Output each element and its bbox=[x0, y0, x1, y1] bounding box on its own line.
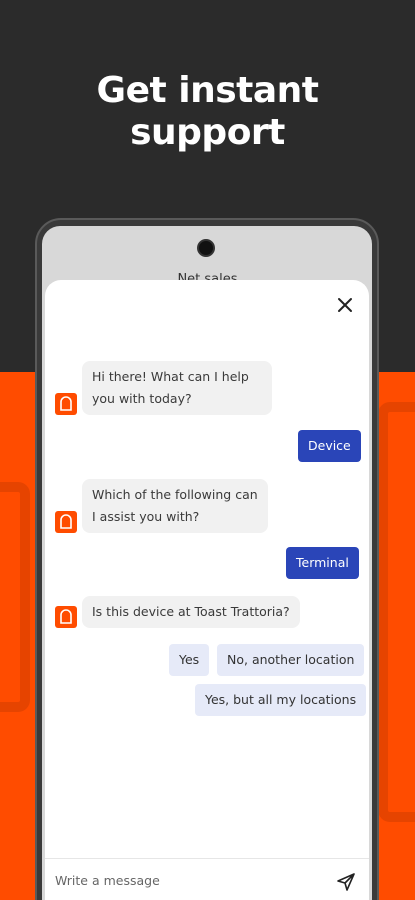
message-composer bbox=[45, 858, 369, 900]
headline-line-1: Get instant bbox=[96, 70, 319, 111]
user-message: Terminal bbox=[286, 547, 359, 579]
decor-shape bbox=[0, 482, 30, 712]
decor-shape bbox=[378, 402, 415, 822]
toast-bot-icon bbox=[55, 393, 77, 415]
user-message: Device bbox=[298, 430, 361, 462]
close-icon[interactable] bbox=[334, 294, 356, 316]
toast-bot-icon bbox=[55, 606, 77, 628]
choice-yes-button[interactable]: Yes bbox=[169, 644, 210, 676]
camera-icon bbox=[197, 239, 215, 257]
bot-message: Which of the following can I assist you … bbox=[82, 479, 268, 533]
send-icon[interactable] bbox=[335, 871, 357, 893]
bot-message: Is this device at Toast Trattoria? bbox=[82, 596, 300, 628]
bot-message: Hi there! What can I help you with today… bbox=[82, 361, 272, 415]
headline: Get instant support bbox=[0, 70, 415, 154]
choice-all-locations-button[interactable]: Yes, but all my locations bbox=[195, 684, 367, 716]
choice-another-location-button[interactable]: No, another location bbox=[217, 644, 365, 676]
toast-bot-icon bbox=[55, 511, 77, 533]
message-input[interactable] bbox=[55, 873, 315, 888]
headline-line-2: support bbox=[130, 112, 285, 153]
